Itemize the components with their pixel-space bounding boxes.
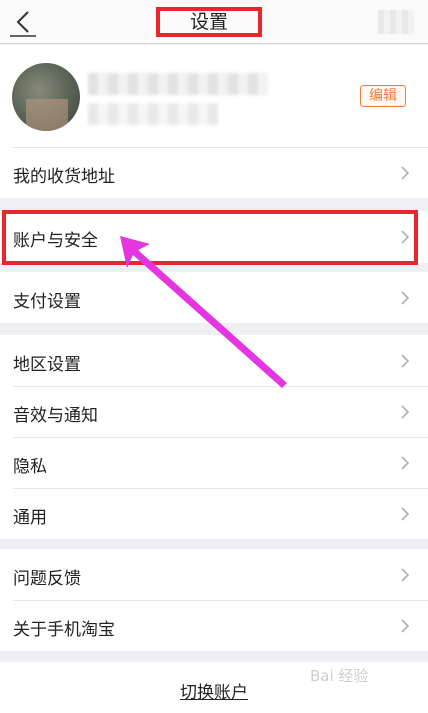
- menu-item-sound-notifications[interactable]: 音效与通知: [0, 386, 428, 437]
- menu-item-payment-settings[interactable]: 支付设置: [0, 272, 428, 323]
- menu-item-label: 关于手机淘宝: [13, 620, 115, 640]
- edit-button[interactable]: 编辑: [360, 85, 406, 107]
- menu-item-privacy[interactable]: 隐私: [0, 437, 428, 488]
- menu-item-label: 音效与通知: [13, 406, 98, 426]
- more-icon[interactable]: [378, 10, 414, 34]
- page-title: 设置: [156, 7, 262, 37]
- menu-item-shipping-address[interactable]: 我的收货地址: [0, 147, 428, 198]
- menu-item-feedback[interactable]: 问题反馈: [0, 549, 428, 600]
- chevron-right-icon: [401, 619, 410, 633]
- menu-item-label: 我的收货地址: [13, 167, 115, 187]
- chevron-right-icon: [401, 354, 410, 368]
- watermark: Bai 经验: [310, 667, 369, 685]
- menu-item-general[interactable]: 通用: [0, 488, 428, 539]
- profile-card[interactable]: 编辑: [0, 45, 428, 147]
- chevron-right-icon: [401, 230, 410, 244]
- divider: [13, 386, 428, 387]
- chevron-right-icon: [401, 291, 410, 305]
- divider: [13, 600, 428, 601]
- menu-item-about[interactable]: 关于手机淘宝: [0, 600, 428, 651]
- chevron-right-icon: [401, 405, 410, 419]
- chevron-right-icon: [401, 456, 410, 470]
- avatar[interactable]: [12, 63, 80, 131]
- menu-item-label: 隐私: [13, 457, 47, 477]
- menu-item-label: 账户与安全: [13, 231, 98, 251]
- chevron-right-icon: [401, 568, 410, 582]
- top-bar: 设置: [0, 0, 428, 44]
- username-blurred: [88, 73, 268, 95]
- menu-item-label: 地区设置: [13, 355, 81, 375]
- chevron-right-icon: [401, 166, 410, 180]
- menu-item-region-settings[interactable]: 地区设置: [0, 335, 428, 386]
- menu-item-label: 支付设置: [13, 292, 81, 312]
- menu-item-label: 通用: [13, 508, 47, 528]
- account-info-blurred: [88, 103, 218, 125]
- chevron-right-icon: [401, 507, 410, 521]
- divider: [13, 488, 428, 489]
- menu-item-account-security[interactable]: 账户与安全: [0, 211, 428, 263]
- divider: [13, 437, 428, 438]
- menu-item-label: 问题反馈: [13, 569, 81, 589]
- divider: [13, 147, 428, 148]
- back-arrow-icon[interactable]: [8, 6, 40, 38]
